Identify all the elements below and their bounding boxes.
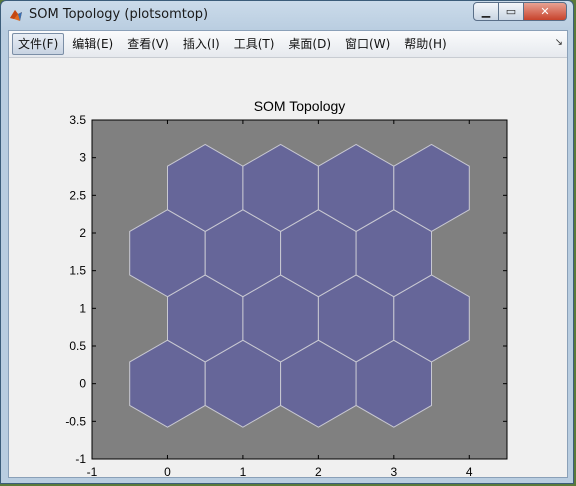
close-button[interactable]: ✕ <box>523 2 567 21</box>
window-title: SOM Topology (plotsomtop) <box>29 7 209 22</box>
matlab-icon <box>10 10 22 21</box>
menu-help[interactable]: 帮助(H) <box>398 33 452 55</box>
neuron-layer <box>129 143 470 428</box>
y-tick-label: 1.5 <box>69 264 86 278</box>
figure-window: SOM Topology (plotsomtop) ▁ ▭ ✕ 文件(F) 编辑… <box>0 0 574 484</box>
x-tick-label: 3 <box>390 465 397 477</box>
x-tick-label: 2 <box>315 465 322 477</box>
y-tick-label: 3.5 <box>69 113 86 127</box>
menu-tools[interactable]: 工具(T) <box>228 33 281 55</box>
y-tick-label: 3 <box>79 151 86 165</box>
y-tick-label: 2.5 <box>69 188 86 202</box>
x-tick-label: -1 <box>87 465 98 477</box>
maximize-button[interactable]: ▭ <box>498 2 524 21</box>
chart-title: SOM Topology <box>254 98 346 114</box>
y-tick-label: 0.5 <box>69 339 86 353</box>
plot-area: SOM Topology -1 0 1 2 3 4 -1 -0.5 0 0.5 1 1.5 2 2.5 3 3… <box>65 98 508 477</box>
menu-file[interactable]: 文件(F) <box>12 33 65 55</box>
y-tick-label: 2 <box>79 226 86 240</box>
minimize-button[interactable]: ▁ <box>473 2 499 21</box>
menu-bar: 文件(F) 编辑(E) 查看(V) 插入(I) 工具(T) 桌面(D) 窗口(W… <box>9 31 567 58</box>
menu-view[interactable]: 查看(V) <box>121 33 175 55</box>
y-tick-label: -0.5 <box>65 414 86 428</box>
y-tick-label: 1 <box>79 301 86 315</box>
y-tick-label: 0 <box>79 377 86 391</box>
menu-window[interactable]: 窗口(W) <box>339 33 396 55</box>
chevron-double-icon[interactable]: ↘ <box>555 37 563 48</box>
x-tick-label: 1 <box>240 465 247 477</box>
title-bar[interactable]: SOM Topology (plotsomtop) ▁ ▭ ✕ <box>1 1 573 29</box>
figure-client-area: 文件(F) 编辑(E) 查看(V) 插入(I) 工具(T) 桌面(D) 窗口(W… <box>8 30 568 478</box>
menu-edit[interactable]: 编辑(E) <box>66 33 119 55</box>
x-tick-label: 0 <box>164 465 171 477</box>
x-tick-label: 4 <box>466 465 473 477</box>
y-tick-label: -1 <box>75 452 86 466</box>
menu-insert[interactable]: 插入(I) <box>177 33 226 55</box>
menu-desktop[interactable]: 桌面(D) <box>282 33 337 55</box>
